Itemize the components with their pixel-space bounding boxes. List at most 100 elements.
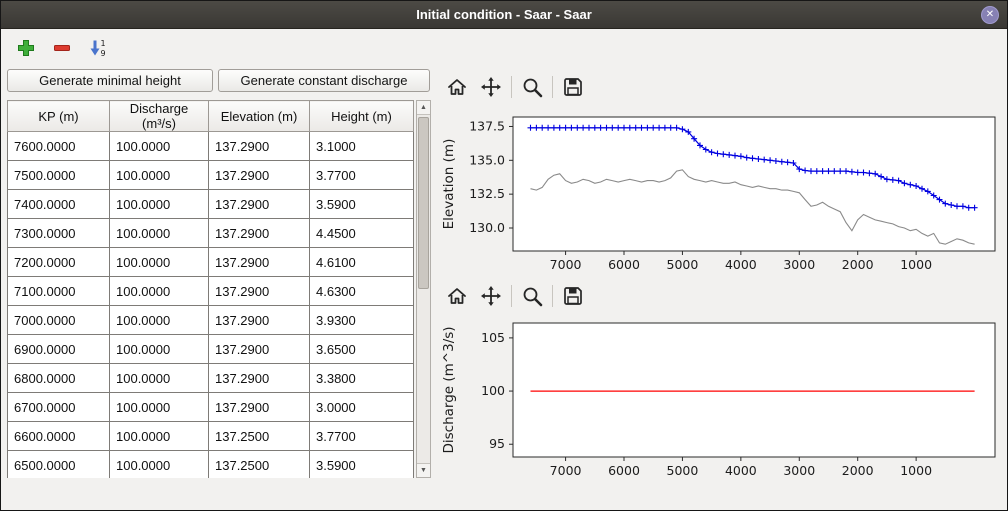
table-cell[interactable]: 100.0000 (110, 422, 209, 451)
table-cell[interactable]: 4.4500 (310, 219, 414, 248)
x-tick-label: 1000 (900, 463, 932, 478)
pan-button[interactable] (477, 73, 505, 101)
table-cell[interactable]: 3.1000 (310, 132, 414, 161)
main-window: Initial condition - Saar - Saar ✕ 1 (0, 0, 1008, 511)
table-cell[interactable]: 7400.0000 (8, 190, 110, 219)
table-cell[interactable]: 7600.0000 (8, 132, 110, 161)
table-cell[interactable]: 137.2900 (209, 132, 310, 161)
table-cell[interactable]: 7200.0000 (8, 248, 110, 277)
close-button[interactable]: ✕ (981, 6, 999, 24)
y-tick-label: 135.0 (469, 152, 505, 167)
scrollbar-down-arrow-icon[interactable]: ▼ (417, 463, 430, 477)
column-header[interactable]: Elevation (m) (209, 101, 310, 132)
table-cell[interactable]: 137.2500 (209, 422, 310, 451)
table-cell[interactable]: 137.2900 (209, 335, 310, 364)
plot-area (513, 323, 995, 457)
dialog-content: 1 9 Generate minimal height Generate con… (1, 29, 1007, 510)
elevation-plot-toolbar (443, 73, 587, 101)
table-cell[interactable]: 6500.0000 (8, 451, 110, 479)
table-row: 7500.0000100.0000137.29003.7700 (8, 161, 414, 190)
table-cell[interactable]: 100.0000 (110, 393, 209, 422)
table-cell[interactable]: 6900.0000 (8, 335, 110, 364)
table-cell[interactable]: 137.2500 (209, 451, 310, 479)
add-row-button[interactable] (13, 35, 39, 61)
table-cell[interactable]: 4.6300 (310, 277, 414, 306)
table-cell[interactable]: 3.7700 (310, 422, 414, 451)
table-cell[interactable]: 7100.0000 (8, 277, 110, 306)
discharge-plot-toolbar (443, 282, 587, 310)
table-cell[interactable]: 100.0000 (110, 190, 209, 219)
remove-row-button[interactable] (49, 35, 75, 61)
table-cell[interactable]: 100.0000 (110, 277, 209, 306)
save-button[interactable] (559, 73, 587, 101)
discharge-chart[interactable]: 700060005000400030002000100010510095Disc… (437, 319, 1003, 483)
table-cell[interactable]: 100.0000 (110, 132, 209, 161)
table-cell[interactable]: 3.5900 (310, 190, 414, 219)
table-cell[interactable]: 100.0000 (110, 219, 209, 248)
table-row: 7100.0000100.0000137.29004.6300 (8, 277, 414, 306)
table-cell[interactable]: 3.6500 (310, 335, 414, 364)
table-cell[interactable]: 100.0000 (110, 306, 209, 335)
table-cell[interactable]: 100.0000 (110, 335, 209, 364)
table-cell[interactable]: 3.3800 (310, 364, 414, 393)
sort-button[interactable]: 1 9 (85, 35, 111, 61)
table-cell[interactable]: 4.6100 (310, 248, 414, 277)
table-cell[interactable]: 100.0000 (110, 161, 209, 190)
table-cell[interactable]: 3.7700 (310, 161, 414, 190)
table-cell[interactable]: 7300.0000 (8, 219, 110, 248)
home-button[interactable] (443, 73, 471, 101)
table-row: 6500.0000100.0000137.25003.5900 (8, 451, 414, 479)
column-header[interactable]: Height (m) (310, 101, 414, 132)
y-tick-label: 100 (481, 383, 505, 398)
table-cell[interactable]: 3.9300 (310, 306, 414, 335)
generate-minimal-height-button[interactable]: Generate minimal height (7, 69, 213, 92)
x-tick-label: 4000 (725, 257, 757, 272)
table-cell[interactable]: 137.2900 (209, 393, 310, 422)
window-title: Initial condition - Saar - Saar (416, 7, 592, 22)
table-cell[interactable]: 6700.0000 (8, 393, 110, 422)
table-row: 7400.0000100.0000137.29003.5900 (8, 190, 414, 219)
table-row: 7600.0000100.0000137.29003.1000 (8, 132, 414, 161)
home-icon (446, 76, 468, 98)
table-cell[interactable]: 7000.0000 (8, 306, 110, 335)
y-tick-label: 95 (489, 436, 505, 451)
x-tick-label: 5000 (667, 463, 699, 478)
table-cell[interactable]: 100.0000 (110, 451, 209, 479)
generate-constant-discharge-button[interactable]: Generate constant discharge (218, 69, 430, 92)
x-tick-label: 3000 (783, 257, 815, 272)
table-cell[interactable]: 6800.0000 (8, 364, 110, 393)
table-cell[interactable]: 137.2900 (209, 364, 310, 393)
save-floppy-icon (562, 285, 584, 307)
table-cell[interactable]: 137.2900 (209, 190, 310, 219)
table-cell[interactable]: 7500.0000 (8, 161, 110, 190)
column-header[interactable]: KP (m) (8, 101, 110, 132)
pan-button[interactable] (477, 282, 505, 310)
elevation-chart[interactable]: 7000600050004000300020001000137.5135.013… (437, 113, 1003, 277)
scrollbar-up-arrow-icon[interactable]: ▲ (417, 101, 430, 115)
table-row: 7200.0000100.0000137.29004.6100 (8, 248, 414, 277)
column-header[interactable]: Discharge (m³/s) (110, 101, 209, 132)
table-cell[interactable]: 137.2900 (209, 277, 310, 306)
table-cell[interactable]: 100.0000 (110, 248, 209, 277)
titlebar: Initial condition - Saar - Saar ✕ (1, 1, 1007, 29)
x-tick-label: 4000 (725, 463, 757, 478)
table-scrollbar[interactable]: ▲ ▼ (416, 100, 431, 478)
zoom-button[interactable] (518, 73, 546, 101)
plus-icon (16, 38, 36, 58)
minus-icon (52, 38, 72, 58)
home-button[interactable] (443, 282, 471, 310)
scrollbar-thumb[interactable] (418, 117, 429, 289)
save-button[interactable] (559, 282, 587, 310)
table-cell[interactable]: 137.2900 (209, 248, 310, 277)
table-cell[interactable]: 3.5900 (310, 451, 414, 479)
table-cell[interactable]: 137.2900 (209, 306, 310, 335)
table-cell[interactable]: 3.0000 (310, 393, 414, 422)
table-cell[interactable]: 100.0000 (110, 364, 209, 393)
table-cell[interactable]: 137.2900 (209, 219, 310, 248)
zoom-button[interactable] (518, 282, 546, 310)
table-cell[interactable]: 6600.0000 (8, 422, 110, 451)
table-row: 7000.0000100.0000137.29003.9300 (8, 306, 414, 335)
x-tick-label: 5000 (667, 257, 699, 272)
table-cell[interactable]: 137.2900 (209, 161, 310, 190)
x-tick-label: 2000 (842, 257, 874, 272)
